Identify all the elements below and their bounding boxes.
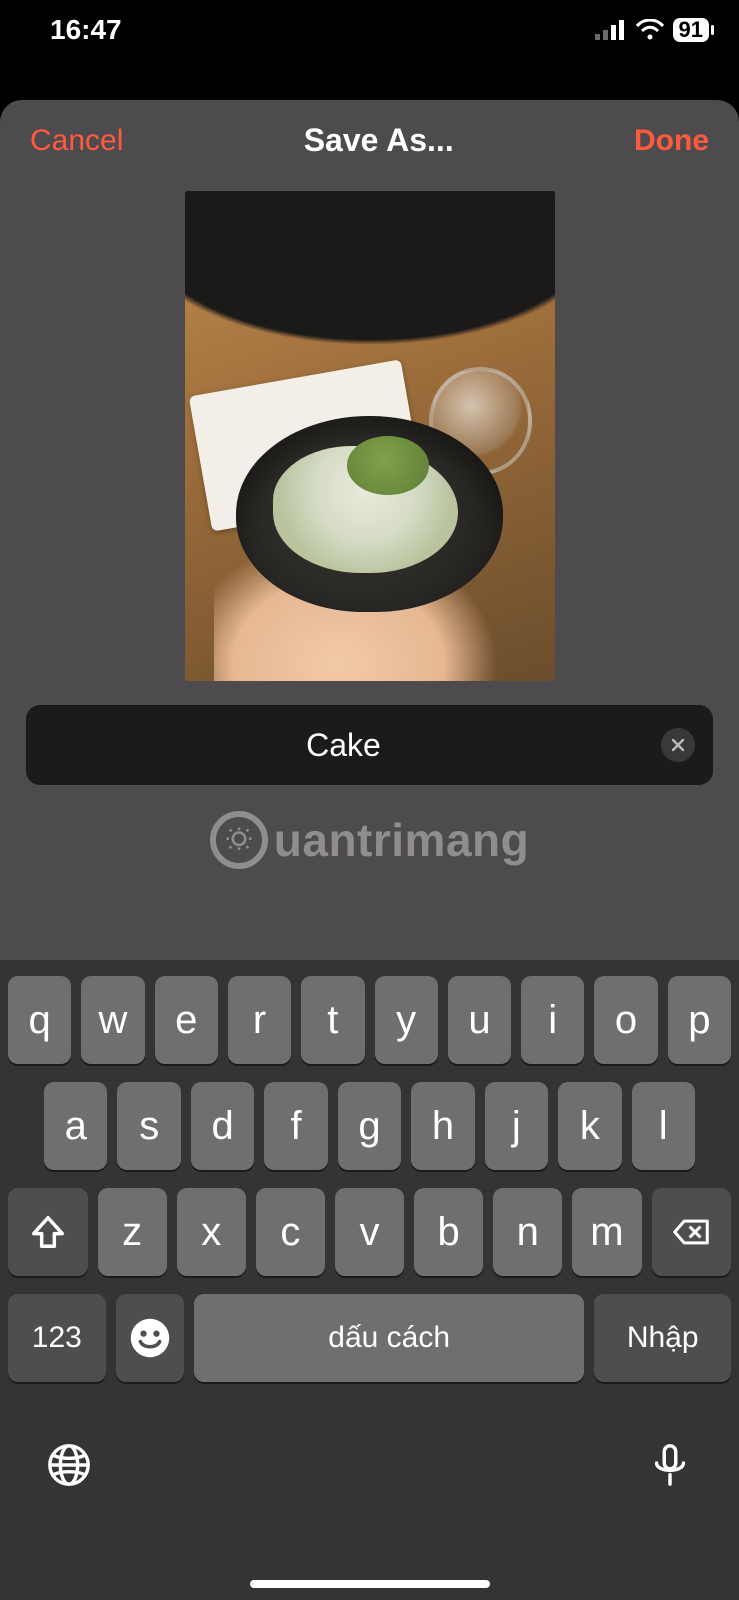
key-n[interactable]: n [493, 1188, 562, 1276]
emoji-icon [129, 1317, 171, 1359]
key-d[interactable]: d [191, 1082, 254, 1170]
sheet-header: Cancel Save As... Done [0, 100, 739, 181]
key-q[interactable]: q [8, 976, 71, 1064]
key-i[interactable]: i [521, 976, 584, 1064]
key-backspace[interactable] [652, 1188, 732, 1276]
keyboard-row-2: a s d f g h j k l [8, 1082, 731, 1170]
key-h[interactable]: h [411, 1082, 474, 1170]
clear-icon[interactable] [661, 728, 695, 762]
sheet-title: Save As... [304, 122, 454, 159]
key-k[interactable]: k [558, 1082, 621, 1170]
key-emoji[interactable] [116, 1294, 184, 1382]
key-y[interactable]: y [375, 976, 438, 1064]
key-t[interactable]: t [301, 976, 364, 1064]
key-mode-123[interactable]: 123 [8, 1294, 106, 1382]
globe-icon[interactable] [46, 1442, 92, 1493]
watermark: uantrimang [0, 811, 739, 869]
preview-image [185, 191, 555, 681]
shift-icon [29, 1213, 67, 1251]
key-z[interactable]: z [98, 1188, 167, 1276]
key-f[interactable]: f [264, 1082, 327, 1170]
keyboard-row-4: 123 dấu cách Nhập [8, 1294, 731, 1382]
key-b[interactable]: b [414, 1188, 483, 1276]
keyboard-bottom-bar [8, 1400, 731, 1520]
save-as-sheet: Cancel Save As... Done uantrimang q [0, 100, 739, 1600]
filename-field[interactable] [26, 705, 713, 785]
preview-wrap [0, 181, 739, 691]
done-button[interactable]: Done [634, 124, 709, 158]
status-bar: 16:47 91 [0, 0, 739, 60]
key-v[interactable]: v [335, 1188, 404, 1276]
key-r[interactable]: r [228, 976, 291, 1064]
key-e[interactable]: e [155, 976, 218, 1064]
cellular-icon [595, 20, 627, 40]
mic-icon[interactable] [647, 1442, 693, 1493]
status-time: 16:47 [50, 14, 122, 46]
status-right: 91 [595, 18, 709, 42]
key-space[interactable]: dấu cách [194, 1294, 584, 1382]
keyboard: q w e r t y u i o p a s d f g h j k l z [0, 960, 739, 1600]
key-shift[interactable] [8, 1188, 88, 1276]
home-indicator[interactable] [250, 1580, 490, 1588]
wifi-icon [635, 19, 665, 41]
key-m[interactable]: m [572, 1188, 641, 1276]
watermark-text: uantrimang [274, 813, 529, 867]
key-j[interactable]: j [485, 1082, 548, 1170]
key-x[interactable]: x [177, 1188, 246, 1276]
keyboard-row-1: q w e r t y u i o p [8, 976, 731, 1064]
battery-indicator: 91 [673, 18, 709, 42]
key-o[interactable]: o [594, 976, 657, 1064]
key-g[interactable]: g [338, 1082, 401, 1170]
key-c[interactable]: c [256, 1188, 325, 1276]
backspace-icon [672, 1213, 710, 1251]
filename-input[interactable] [26, 727, 661, 764]
key-l[interactable]: l [632, 1082, 695, 1170]
keyboard-row-3: z x c v b n m [8, 1188, 731, 1276]
key-a[interactable]: a [44, 1082, 107, 1170]
key-s[interactable]: s [117, 1082, 180, 1170]
key-p[interactable]: p [668, 976, 731, 1064]
key-u[interactable]: u [448, 976, 511, 1064]
key-w[interactable]: w [81, 976, 144, 1064]
key-enter[interactable]: Nhập [594, 1294, 731, 1382]
bulb-icon [210, 811, 268, 869]
cancel-button[interactable]: Cancel [30, 124, 123, 158]
